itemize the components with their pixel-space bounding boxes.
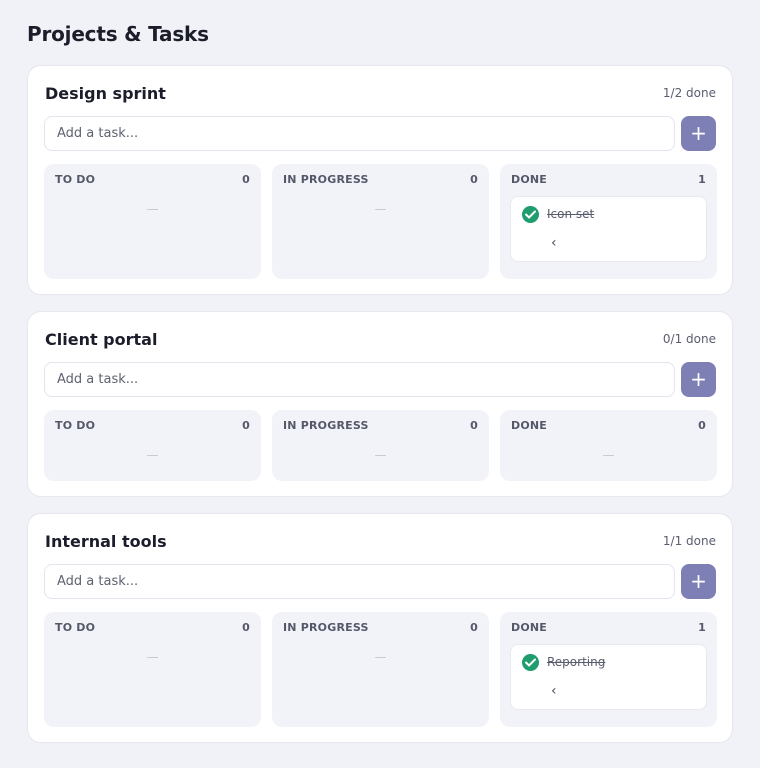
column-label: DONE [511, 419, 548, 432]
project-progress: 1/1 done [662, 534, 716, 548]
column-count: 1 [698, 621, 706, 634]
task-title: Reporting [547, 655, 606, 669]
add-task-input[interactable] [44, 362, 675, 397]
column-count: 0 [242, 419, 250, 432]
kanban-columns: TO DO 0 — IN PROGRESS 0 — DONE 1 Icon set ‹ [44, 164, 717, 279]
project-header: Internal tools 1/1 done [45, 531, 716, 551]
add-task-row: + [44, 564, 716, 599]
column-count: 0 [242, 173, 250, 186]
project-header: Client portal 0/1 done [45, 329, 716, 349]
project-title: Internal tools [45, 531, 167, 551]
plus-icon: + [690, 367, 707, 391]
column-label: TO DO [55, 173, 96, 186]
column-label: IN PROGRESS [283, 419, 369, 432]
column-done: DONE 1 Icon set ‹ [500, 164, 717, 279]
task-card[interactable]: Reporting ‹ [510, 644, 707, 710]
add-task-button[interactable]: + [681, 564, 716, 599]
plus-icon: + [690, 569, 707, 593]
column-count: 0 [242, 621, 250, 634]
column-count: 0 [470, 419, 478, 432]
column-todo: TO DO 0 — [44, 612, 261, 727]
plus-icon: + [690, 121, 707, 145]
add-task-button[interactable]: + [681, 362, 716, 397]
chevron-left-icon[interactable]: ‹ [551, 683, 567, 699]
check-circle-icon[interactable] [522, 206, 539, 223]
column-todo: TO DO 0 — [44, 410, 261, 481]
empty-placeholder: — [374, 448, 387, 462]
add-task-row: + [44, 362, 716, 397]
project-header: Design sprint 1/2 done [45, 83, 716, 103]
column-label: IN PROGRESS [283, 621, 369, 634]
empty-placeholder: — [146, 448, 159, 462]
column-todo: TO DO 0 — [44, 164, 261, 279]
empty-placeholder: — [146, 650, 159, 664]
column-label: TO DO [55, 419, 96, 432]
project-title: Client portal [45, 329, 158, 349]
column-count: 0 [698, 419, 706, 432]
project-progress: 1/2 done [662, 86, 716, 100]
add-task-row: + [44, 116, 716, 151]
column-label: DONE [511, 621, 548, 634]
column-count: 0 [470, 621, 478, 634]
chevron-left-icon[interactable]: ‹ [551, 235, 567, 251]
column-in-progress: IN PROGRESS 0 — [272, 612, 489, 727]
column-label: IN PROGRESS [283, 173, 369, 186]
project-card-design-sprint: Design sprint 1/2 done + TO DO 0 — IN PRO… [27, 65, 733, 295]
empty-placeholder: — [146, 202, 159, 216]
column-label: TO DO [55, 621, 96, 634]
task-card[interactable]: Icon set ‹ [510, 196, 707, 262]
column-label: DONE [511, 173, 548, 186]
column-in-progress: IN PROGRESS 0 — [272, 410, 489, 481]
column-done: DONE 1 Reporting ‹ [500, 612, 717, 727]
column-count: 0 [470, 173, 478, 186]
project-card-internal-tools: Internal tools 1/1 done + TO DO 0 — IN PR… [27, 513, 733, 743]
project-progress: 0/1 done [662, 332, 716, 346]
empty-placeholder: — [602, 448, 615, 462]
add-task-button[interactable]: + [681, 116, 716, 151]
kanban-columns: TO DO 0 — IN PROGRESS 0 — DONE 0 — [44, 410, 717, 481]
task-title: Icon set [547, 207, 595, 221]
column-count: 1 [698, 173, 706, 186]
check-circle-icon[interactable] [522, 654, 539, 671]
add-task-input[interactable] [44, 564, 675, 599]
kanban-columns: TO DO 0 — IN PROGRESS 0 — DONE 1 Reporting … [44, 612, 717, 727]
column-done: DONE 0 — [500, 410, 717, 481]
page-title: Projects & Tasks [27, 22, 209, 46]
empty-placeholder: — [374, 650, 387, 664]
add-task-input[interactable] [44, 116, 675, 151]
column-in-progress: IN PROGRESS 0 — [272, 164, 489, 279]
empty-placeholder: — [374, 202, 387, 216]
project-title: Design sprint [45, 83, 166, 103]
project-card-client-portal: Client portal 0/1 done + TO DO 0 — IN PRO… [27, 311, 733, 497]
